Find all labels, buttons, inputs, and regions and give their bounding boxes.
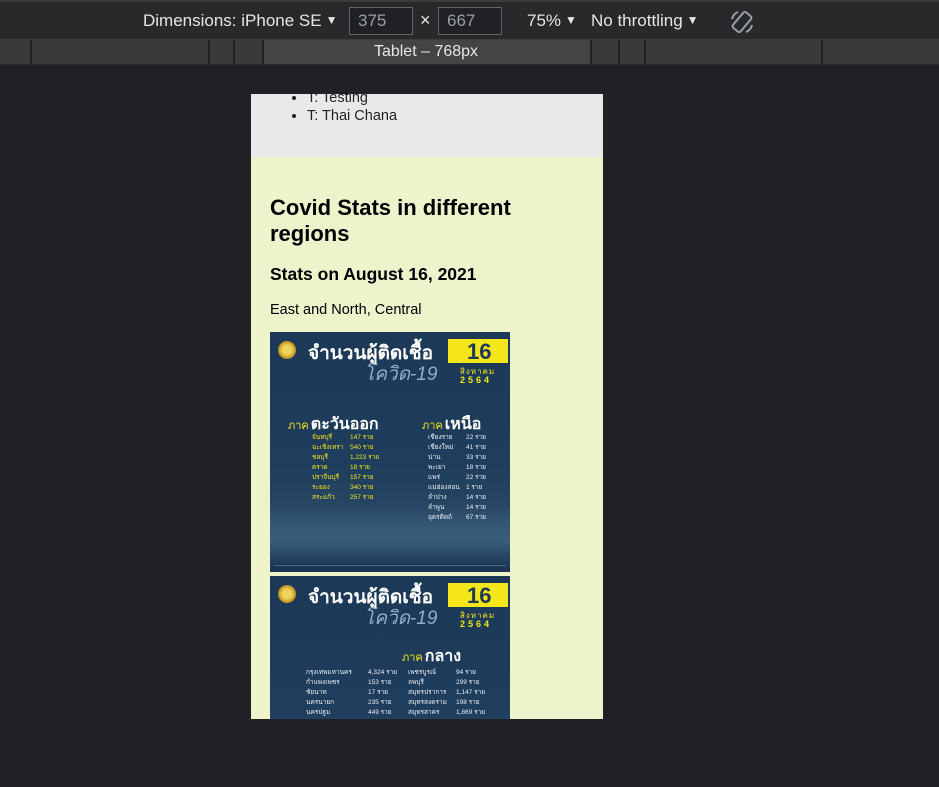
- province-row: สระแก้ว 257 ราย: [312, 494, 374, 501]
- width-input[interactable]: 375: [349, 7, 413, 35]
- province-row: ระยอง 340 ราย: [312, 484, 374, 491]
- media-query-segment[interactable]: [30, 40, 208, 64]
- infographic-day: 16: [467, 339, 492, 364]
- province-row: อุตรดิตถ์ 67 ราย: [428, 514, 486, 521]
- nav-item-testing[interactable]: T: Testing: [307, 94, 397, 107]
- region-name: กลาง: [424, 648, 462, 665]
- north-province-list: เชียงราย 22 ราย เชียงใหม่ 41 ราย น่าน 33 รา…: [428, 433, 486, 523]
- central-province-list-left: กรุงเทพมหานคร 4,324 ราย กำแพงเพชร 153 ราย …: [306, 668, 397, 718]
- rotate-icon[interactable]: [729, 9, 755, 35]
- regions-text: East and North, Central: [270, 302, 422, 318]
- device-toolbar: Dimensions: iPhone SE ▼ 375 × 667 75% ▼ No…: [0, 0, 939, 40]
- province-row: น่าน 33 ราย: [428, 454, 486, 461]
- province-row: เชียงราย 22 ราย: [428, 434, 486, 441]
- infographic-year: 2564: [460, 375, 493, 385]
- device-dimensions-dropdown[interactable]: Dimensions: iPhone SE ▼: [143, 11, 337, 31]
- province-row: เชียงใหม่ 41 ราย: [428, 444, 486, 451]
- times-icon: ×: [420, 10, 431, 30]
- east-province-list: จันทบุรี 147 ราย ฉะเชิงเทรา 540 ราย ชลบุรี…: [312, 433, 379, 503]
- height-input[interactable]: 667: [438, 7, 502, 35]
- media-query-label: Tablet – 768px: [373, 43, 479, 60]
- stats-date-heading: Stats on August 16, 2021: [270, 264, 477, 284]
- province-row: นครนายก 235 ราย: [306, 699, 392, 706]
- province-row: ฉะเชิงเทรา 540 ราย: [312, 444, 374, 451]
- zoom-label: 75%: [527, 11, 562, 30]
- media-query-bar: Tablet – 768px: [0, 40, 939, 65]
- nav-item-thai-chana[interactable]: T: Thai Chana: [307, 107, 397, 125]
- infographic-subtitle: โควิด-19: [364, 364, 438, 385]
- province-row: นครปฐม 449 ราย: [306, 709, 392, 716]
- main-content: Covid Stats in different regions Stats o…: [251, 195, 603, 719]
- region-name: เหนือ: [444, 416, 482, 433]
- province-row: ตราด 18 ราย: [312, 464, 370, 471]
- region-name: ตะวันออก: [310, 416, 379, 433]
- infographic-east-north: จำนวนผู้ติดเชื้อ 16 โควิด-19 สิงหาคม 256…: [270, 332, 510, 572]
- media-query-segment[interactable]: [208, 40, 233, 64]
- province-row: แพร่ 22 ราย: [428, 474, 486, 481]
- chevron-down-icon: ▼: [686, 13, 699, 27]
- province-row: ลำพูน 14 ราย: [428, 504, 486, 511]
- infographic-footer: [274, 565, 506, 570]
- infographic-day: 16: [467, 583, 492, 608]
- province-row: ลำปาง 14 ราย: [428, 494, 486, 501]
- province-row: สมุทรสาคร 1,869 ราย: [408, 709, 486, 716]
- infographic-central: จำนวนผู้ติดเชื้อ 16 โควิด-19 สิงหาคม 256…: [270, 576, 510, 719]
- nav-menu: T: Testing T: Thai Chana: [251, 94, 603, 157]
- province-row: ลพบุรี 299 ราย: [408, 679, 480, 686]
- central-province-list-right: เพชรบูรณ์ 94 ราย ลพบุรี 299 ราย สมุทรปรากา…: [408, 668, 485, 718]
- media-query-segment[interactable]: [233, 40, 262, 64]
- region-title-central: ภาค กลาง: [402, 644, 461, 669]
- throttling-dropdown[interactable]: No throttling ▼: [591, 11, 699, 31]
- province-row: กรุงเทพมหานคร 4,324 ราย: [306, 669, 398, 676]
- province-row: กำแพงเพชร 153 ราย: [306, 679, 392, 686]
- zoom-dropdown[interactable]: 75% ▼: [527, 11, 577, 31]
- throttling-label: No throttling: [591, 11, 683, 30]
- region-prefix: ภาค: [288, 420, 309, 432]
- region-prefix: ภาค: [422, 420, 443, 432]
- government-seal-logo: [278, 341, 296, 359]
- media-query-segment[interactable]: [644, 40, 821, 64]
- infographic-subtitle: โควิด-19: [364, 608, 438, 629]
- province-row: ปราจีนบุรี 157 ราย: [312, 474, 374, 481]
- province-row: ชลบุรี 1,223 ราย: [312, 454, 380, 461]
- media-query-segment[interactable]: [590, 40, 618, 64]
- chevron-down-icon: ▼: [325, 13, 338, 27]
- province-row: สมุทรปราการ 1,147 ราย: [408, 689, 486, 696]
- province-row: ชัยนาท 17 ราย: [306, 689, 388, 696]
- media-query-segment[interactable]: [618, 40, 644, 64]
- infographic-year: 2564: [460, 619, 493, 629]
- media-query-segment[interactable]: [821, 40, 939, 64]
- province-row: จันทบุรี 147 ราย: [312, 434, 374, 441]
- province-row: เพชรบูรณ์ 94 ราย: [408, 669, 476, 676]
- region-prefix: ภาค: [402, 652, 423, 664]
- device-dimensions-label: Dimensions: iPhone SE: [143, 11, 322, 30]
- chevron-down-icon: ▼: [565, 13, 577, 27]
- device-viewport: T: Testing T: Thai Chana Covid Stats in …: [251, 94, 603, 719]
- province-row: แม่ฮ่องสอน 1 ราย: [428, 484, 483, 491]
- government-seal-logo: [278, 585, 296, 603]
- province-row: พะเยา 18 ราย: [428, 464, 486, 471]
- province-row: สมุทรสงคราม 198 ราย: [408, 699, 480, 706]
- page-title: Covid Stats in different regions: [270, 195, 511, 246]
